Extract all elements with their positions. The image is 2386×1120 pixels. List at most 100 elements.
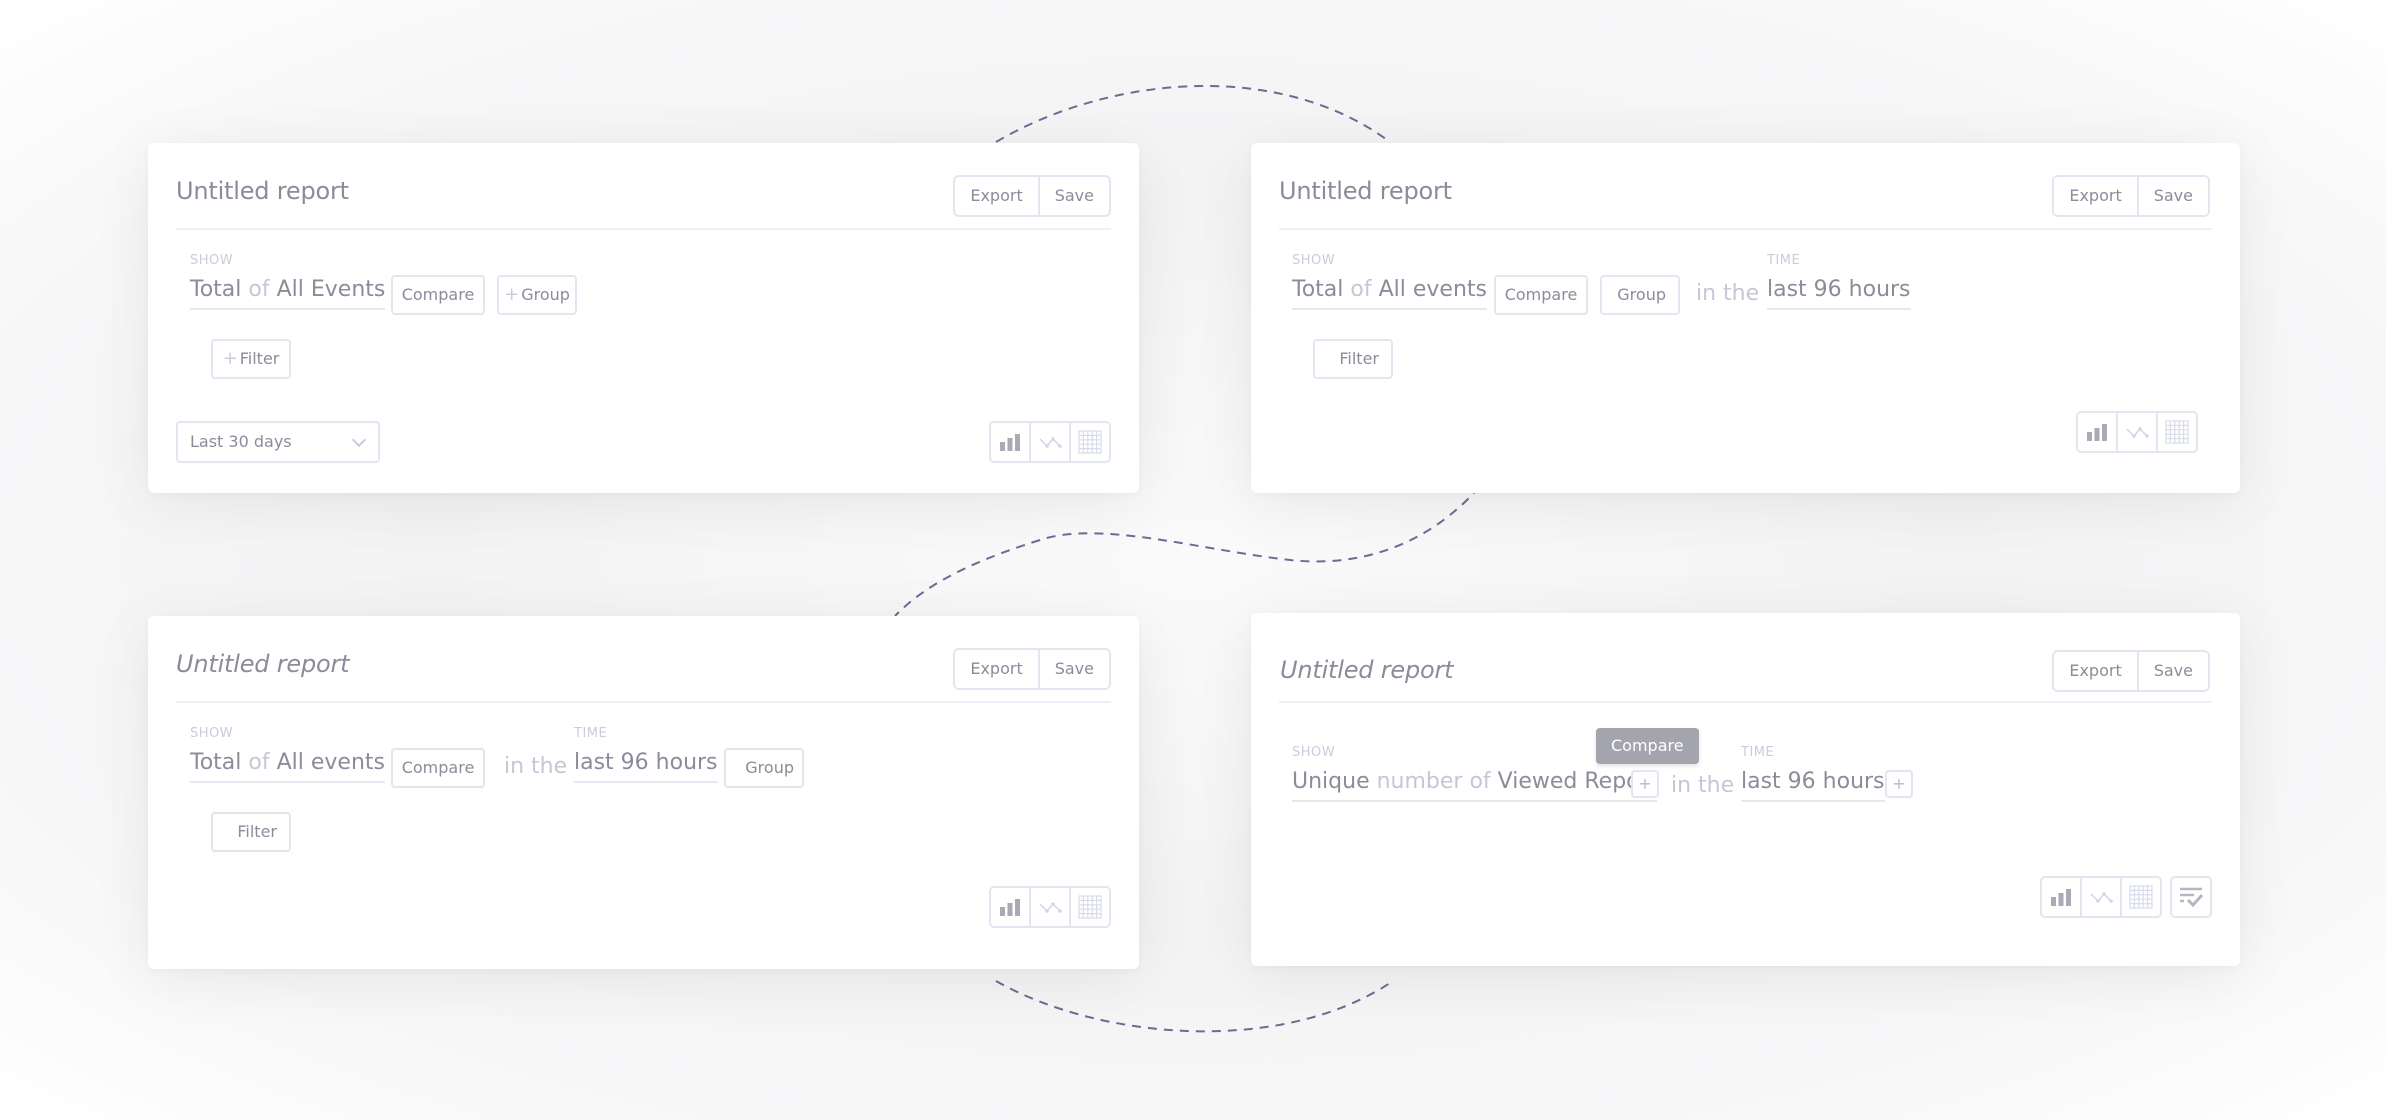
show-label: SHOW	[190, 726, 234, 741]
chevron-down-icon	[351, 432, 367, 448]
line-chart-icon	[1039, 437, 1062, 448]
viz-toggle	[2076, 411, 2198, 453]
in-the-connector: in the	[1671, 773, 1735, 798]
table-icon	[2165, 420, 2189, 444]
group-button[interactable]: Group	[724, 748, 804, 788]
date-range-select[interactable]: Last 30 days	[176, 421, 380, 463]
show-query[interactable]: Unique number of Viewed Report	[1292, 769, 1658, 802]
filter-label: Filter	[1339, 349, 1379, 368]
header-divider	[1279, 228, 2212, 230]
of-connector: of	[248, 277, 270, 302]
table-icon	[2129, 885, 2153, 909]
bar-chart-button[interactable]	[991, 888, 1029, 926]
compare-add-button[interactable]: +	[1631, 770, 1659, 798]
time-query[interactable]: last 96 hours	[1767, 277, 1911, 310]
aggregation[interactable]: Total	[190, 750, 241, 775]
report-title[interactable]: Untitled report	[1280, 656, 1454, 684]
line-chart-icon	[2090, 892, 2113, 903]
report-card-2: Untitled report Export Save SHOW Total o…	[1251, 143, 2240, 493]
table-button[interactable]	[2120, 878, 2160, 916]
line-chart-icon	[1039, 902, 1062, 913]
time-label: TIME	[1741, 745, 1775, 760]
table-button[interactable]	[2156, 413, 2196, 451]
viz-toggle	[989, 421, 1111, 463]
header-divider	[176, 701, 1111, 703]
of-connector: number of	[1376, 769, 1491, 794]
table-button[interactable]	[1069, 423, 1109, 461]
filter-button[interactable]: + Filter	[211, 339, 291, 379]
event-name[interactable]: All events	[277, 750, 385, 775]
export-button[interactable]: Export	[955, 650, 1038, 688]
export-save-group: Export Save	[2052, 175, 2210, 217]
filter-button[interactable]: Filter	[1313, 339, 1393, 379]
save-button[interactable]: Save	[1037, 177, 1109, 215]
bar-chart-button[interactable]	[2078, 413, 2116, 451]
compare-button[interactable]: Compare	[1494, 275, 1588, 315]
filter-label: Filter	[239, 349, 280, 368]
table-button[interactable]	[1069, 888, 1109, 926]
line-chart-button[interactable]	[1029, 423, 1069, 461]
compare-button[interactable]: Compare	[391, 748, 485, 788]
line-chart-button[interactable]	[2116, 413, 2156, 451]
aggregation[interactable]: Total	[1292, 277, 1343, 302]
report-title[interactable]: Untitled report	[1279, 177, 1452, 205]
header-divider	[1279, 701, 2212, 703]
report-title[interactable]: Untitled report	[176, 650, 350, 678]
show-query[interactable]: Total of All events	[190, 750, 385, 783]
time-value[interactable]: last 96 hours	[1767, 277, 1911, 310]
of-connector: of	[248, 750, 270, 775]
save-button[interactable]: Save	[2136, 177, 2208, 215]
time-label: TIME	[574, 726, 608, 741]
bar-chart-icon	[1000, 899, 1020, 916]
line-chart-button[interactable]	[1029, 888, 1069, 926]
bar-chart-button[interactable]	[2042, 878, 2080, 916]
group-label: Group	[521, 285, 570, 304]
date-range-value: Last 30 days	[190, 432, 292, 451]
in-the-connector: in the	[504, 754, 568, 779]
aggregation[interactable]: Unique	[1292, 769, 1370, 794]
event-name[interactable]: All Events	[277, 277, 386, 302]
show-query[interactable]: Total of All Events	[190, 277, 386, 310]
report-title[interactable]: Untitled report	[176, 177, 349, 205]
group-label: Group	[1617, 285, 1666, 304]
time-query[interactable]: last 96 hours	[1741, 769, 1885, 802]
in-the-connector: in the	[1696, 281, 1760, 306]
viz-toggle	[2040, 876, 2162, 918]
report-card-3: Untitled report Export Save SHOW Total o…	[148, 616, 1139, 969]
group-button[interactable]: Group	[1600, 275, 1680, 315]
export-save-group: Export Save	[2052, 650, 2210, 692]
time-value[interactable]: last 96 hours	[574, 750, 718, 783]
save-button[interactable]: Save	[2136, 652, 2208, 690]
report-card-1: Untitled report Export Save SHOW Total o…	[148, 143, 1139, 493]
connector-bottom	[995, 980, 1391, 1033]
time-label: TIME	[1767, 253, 1801, 268]
filter-label: Filter	[237, 822, 277, 841]
time-add-button[interactable]: +	[1885, 770, 1913, 798]
bar-chart-icon	[2051, 889, 2071, 906]
filter-check-button[interactable]	[2170, 876, 2212, 918]
plus-icon: +	[504, 284, 520, 305]
time-value[interactable]: last 96 hours	[1741, 769, 1885, 802]
event-name[interactable]: All events	[1379, 277, 1487, 302]
show-label: SHOW	[190, 253, 234, 268]
export-button[interactable]: Export	[2054, 177, 2137, 215]
export-save-group: Export Save	[953, 175, 1111, 217]
show-query[interactable]: Total of All events	[1292, 277, 1487, 310]
group-button[interactable]: + Group	[497, 275, 577, 315]
filter-button[interactable]: Filter	[211, 812, 291, 852]
connector-top	[995, 84, 1391, 143]
export-button[interactable]: Export	[955, 177, 1038, 215]
aggregation[interactable]: Total	[190, 277, 241, 302]
table-icon	[1078, 430, 1102, 454]
save-button[interactable]: Save	[1037, 650, 1109, 688]
compare-tooltip: Compare	[1596, 728, 1699, 764]
compare-button[interactable]: Compare	[391, 275, 485, 315]
filter-check-icon	[2180, 887, 2204, 908]
line-chart-icon	[2126, 427, 2149, 438]
bar-chart-button[interactable]	[991, 423, 1029, 461]
time-query[interactable]: last 96 hours	[574, 750, 718, 783]
export-save-group: Export Save	[953, 648, 1111, 690]
show-label: SHOW	[1292, 745, 1336, 760]
export-button[interactable]: Export	[2054, 652, 2137, 690]
line-chart-button[interactable]	[2080, 878, 2120, 916]
